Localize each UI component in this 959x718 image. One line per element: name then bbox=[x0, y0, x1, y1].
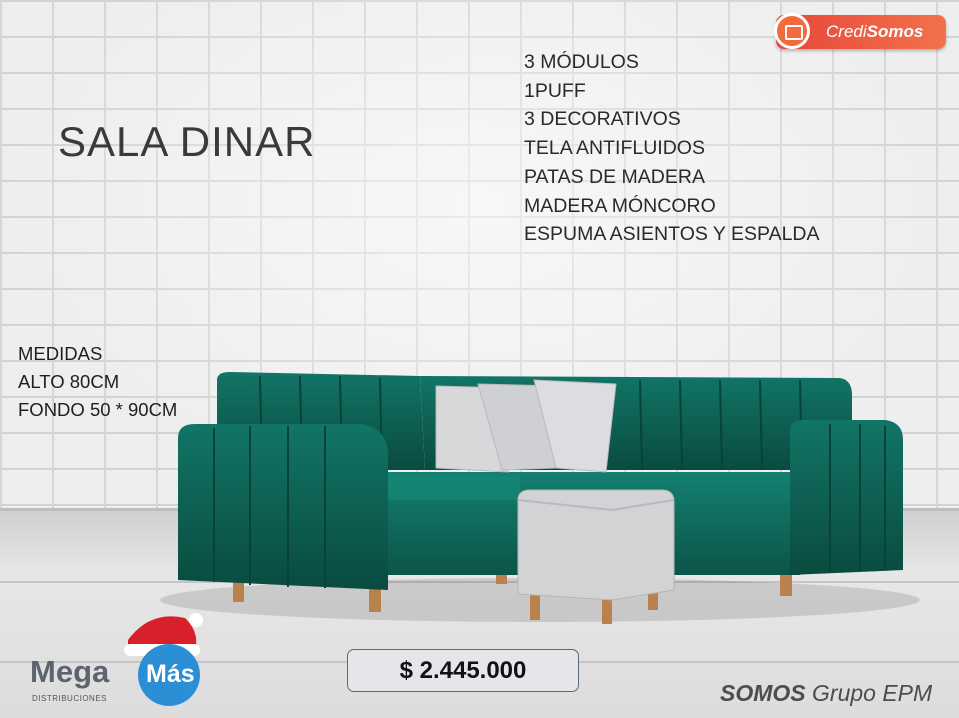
ad-canvas: SALA DINAR 3 MÓDULOS 1PUFF 3 DECORATIVOS… bbox=[0, 0, 959, 718]
product-title: SALA DINAR bbox=[58, 118, 316, 165]
feature-item: MADERA MÓNCORO bbox=[524, 194, 716, 217]
sofa-leg bbox=[369, 586, 381, 612]
feature-item: 3 MÓDULOS bbox=[524, 51, 639, 73]
measures-heading: MEDIDAS bbox=[18, 343, 103, 364]
feature-item: ESPUMA ASIENTOS Y ESPALDA bbox=[524, 223, 820, 246]
megamas-logo: Mega Más DISTRIBUCIONES bbox=[18, 610, 218, 710]
measurements: MEDIDAS ALTO 80CM FONDO 50 * 90CM bbox=[18, 340, 177, 424]
sofa-arm-right bbox=[790, 420, 903, 575]
sofa-leg bbox=[233, 580, 244, 602]
price-box: $ 2.445.000 bbox=[347, 649, 579, 692]
credisomos-logo: CrediSomos bbox=[774, 13, 946, 49]
measure-height: ALTO 80CM bbox=[18, 371, 120, 392]
puff bbox=[517, 489, 675, 601]
somos-grupo-epm-logo: SOMOS Grupo EPM bbox=[720, 680, 933, 706]
measure-depth: FONDO 50 * 90CM bbox=[18, 399, 178, 420]
feature-item: TELA ANTIFLUIDOS bbox=[524, 137, 705, 160]
mas-text: Más bbox=[146, 660, 195, 688]
wallet-icon bbox=[774, 13, 810, 49]
sofa-arm-left bbox=[178, 424, 388, 590]
distribuciones-text: DISTRIBUCIONES bbox=[32, 694, 108, 703]
feature-list: 3 MÓDULOS 1PUFF 3 DECORATIVOS TELA ANTIF… bbox=[524, 48, 820, 249]
feature-item: 3 DECORATIVOS bbox=[524, 108, 681, 131]
mega-text: Mega bbox=[30, 654, 110, 689]
feature-item: 1PUFF bbox=[524, 79, 586, 102]
feature-item: PATAS DE MADERA bbox=[524, 165, 705, 188]
credisomos-text: CrediSomos bbox=[826, 22, 924, 41]
